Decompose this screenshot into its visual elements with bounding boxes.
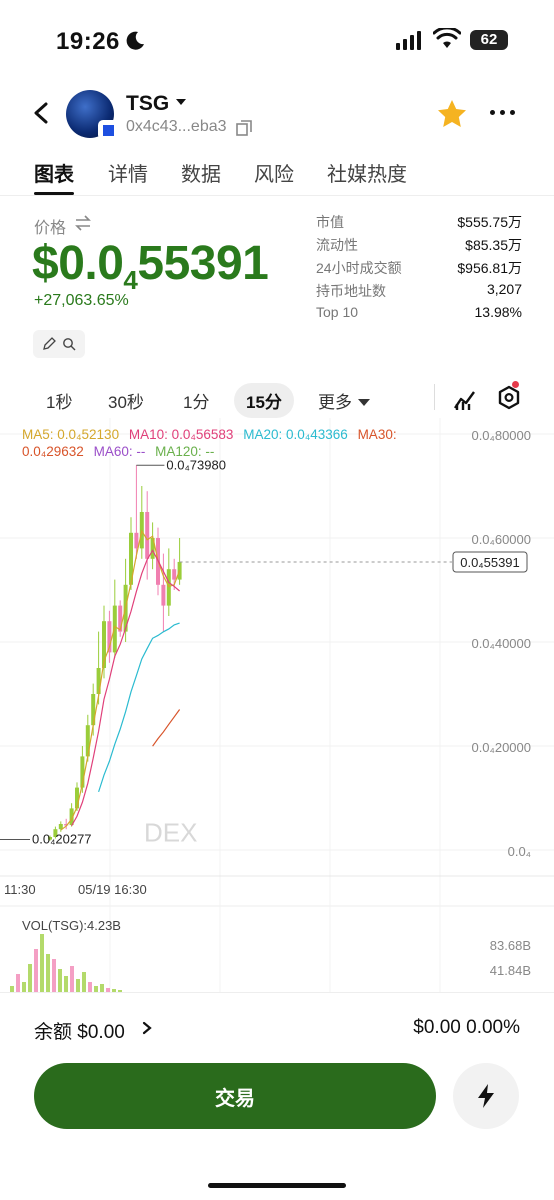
tab-details[interactable]: 详情 [108,158,148,187]
price-chart[interactable]: 0.0₄80000 0.0₄60000 0.0₄40000 0.0₄20000 0.0₄… [0,418,554,998]
volume-bar [40,934,44,994]
indicator-chart-icon[interactable] [452,386,478,412]
x-tick-label: 11:30 [4,882,36,897]
interval-15m[interactable]: 15分 [234,383,294,418]
volume-bar [58,969,62,994]
chain-badge-icon [98,120,118,140]
ma5-label: MA5: 0.0₄52130 [22,427,120,442]
tab-social[interactable]: 社媒热度 [327,158,407,187]
interval-more[interactable]: 更多 [318,388,370,413]
ma20-label: MA20: 0.0₄43366 [243,427,348,442]
interval-1m[interactable]: 1分 [183,388,209,413]
interval-bar: 1秒 30秒 1分 15分 更多 [0,380,554,418]
balance-label[interactable]: 余额 $0.00 [34,1017,125,1044]
y-tick-label: 0.0₄ [508,844,531,859]
caret-down-icon [358,399,370,406]
y-tick-label: 0.0₄20000 [471,740,531,755]
divider [434,384,435,410]
current-price: $0.0455391 [32,237,269,295]
ma-legend: MA5: 0.0₄52130 MA10: 0.0₄56583 MA20: 0.0… [22,426,462,460]
candle-body [145,512,150,559]
candle-body [172,569,177,580]
low-price-label: 0.0₄20277 [32,831,92,846]
stat-row: 24小时成交额 $956.81万 [316,260,522,276]
tab-active-indicator [34,192,74,195]
volume-bar [16,974,20,994]
token-avatar [66,90,118,140]
stat-row: Top 10 13.98% [316,304,522,320]
candle-body [166,569,171,606]
settings-icon[interactable] [496,384,522,412]
price-label: 价格 [34,220,67,237]
volume-bar [82,972,86,994]
volume-bar [46,954,50,994]
tab-chart[interactable]: 图表 [34,158,74,187]
signal-icon [396,30,421,50]
bottom-panel: 余额 $0.00 $0.00 0.00% 交易 [0,992,554,1200]
more-options-icon[interactable] [490,110,515,115]
ma60-label: MA60: -- [93,444,146,459]
pnl-value: $0.00 0.00% [413,1017,520,1038]
candle-body [112,605,117,653]
y-tick-label: 0.0₄80000 [471,428,531,443]
notification-dot [512,381,519,388]
stat-row: 市值 $555.75万 [316,214,522,230]
tool-pill[interactable] [33,330,85,358]
volume-tick-label: 83.68B [490,938,531,953]
candle-body [161,584,166,606]
token-header: TSG 0x4c43...eba3 [0,84,554,146]
interval-1s[interactable]: 1秒 [46,388,72,413]
volume-bar [28,964,32,994]
home-indicator [208,1183,346,1188]
ma5-line [60,529,181,831]
pen-icon[interactable] [42,337,56,351]
quick-trade-button[interactable] [453,1063,519,1129]
interval-30s[interactable]: 30秒 [108,388,144,413]
chevron-right-icon[interactable] [140,1020,154,1036]
y-tick-label: 0.0₄40000 [471,636,531,651]
volume-bar [70,966,74,994]
stat-row: 持币地址数 3,207 [316,281,522,299]
battery-icon: 62 [470,30,508,50]
volume-bar [34,949,38,994]
y-tick-label: 0.0₄60000 [471,532,531,547]
token-name[interactable]: TSG [126,92,169,116]
candle-body [134,532,139,549]
chevron-down-icon[interactable] [176,99,186,105]
token-address: 0x4c43...eba3 [126,118,227,135]
dex-watermark: DEX [144,817,197,847]
wifi-icon [433,28,461,48]
volume-label: VOL(TSG):4.23B [22,918,121,933]
ma10-label: MA10: 0.0₄56583 [128,427,234,442]
price-change: +27,063.65% [34,292,129,309]
tab-bar: 图表 详情 数据 风险 社媒热度 [0,152,554,196]
ma30-line [152,709,181,747]
copy-icon[interactable] [236,120,252,136]
trade-button[interactable]: 交易 [34,1063,436,1129]
star-icon[interactable] [436,98,468,130]
ma120-label: MA120: -- [155,444,215,459]
moon-icon [126,31,144,50]
current-price-label: 0.0₄55391 [460,555,520,570]
search-icon[interactable] [62,337,76,351]
lightning-icon [478,1084,494,1108]
status-time: 19:26 [56,28,120,55]
volume-bar [52,959,56,994]
volume-tick-label: 41.84B [490,963,531,978]
stat-row: 流动性 $85.35万 [316,237,522,253]
tab-data[interactable]: 数据 [181,158,221,187]
back-arrow-icon[interactable] [28,98,56,128]
x-tick-label: 05/19 16:30 [78,882,147,897]
swap-icon[interactable] [74,214,92,232]
token-stats: 市值 $555.75万 流动性 $85.35万 24小时成交额 $956.81万 持币… [316,212,522,327]
tab-risk[interactable]: 风险 [254,158,294,187]
candlestick-chart[interactable]: 0.0₄80000 0.0₄60000 0.0₄40000 0.0₄20000 0.0₄… [0,418,554,998]
status-bar: 19:26 62 [0,0,554,80]
